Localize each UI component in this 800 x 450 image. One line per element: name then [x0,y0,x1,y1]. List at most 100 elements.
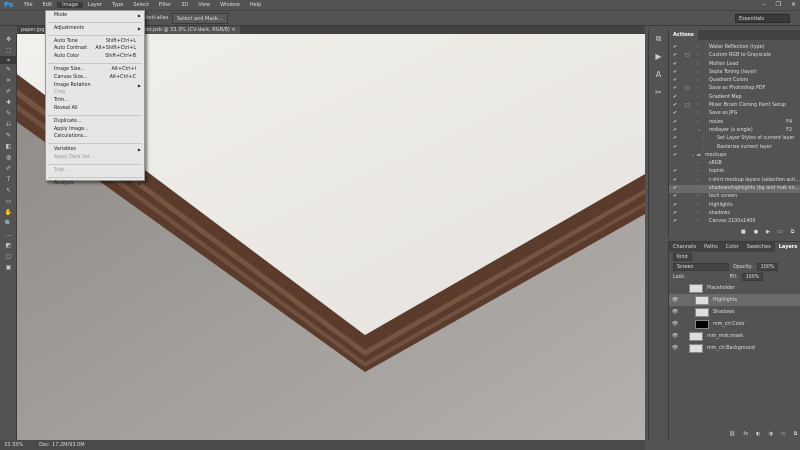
menu-item-mode[interactable]: Mode ▶ [46,12,144,20]
actions-icon[interactable]: ▶ [649,48,668,66]
mask-icon[interactable]: ◐ [756,431,760,437]
zoom-level[interactable]: 33.33% [4,442,23,448]
layer-row[interactable]: 👁 Highlights [669,294,800,306]
dialog-icon[interactable]: ▢ [685,102,690,110]
check-icon[interactable]: ✔ [673,152,677,160]
adjustment-icon[interactable]: ◑ [768,431,772,437]
chevron-right-icon[interactable]: › [697,193,699,201]
action-item[interactable]: ✔ › resize F4 [669,119,800,127]
menu-type[interactable]: Type [107,2,128,8]
chevron-right-icon[interactable]: ⌄ ▬ [691,152,701,160]
tool-icon-1[interactable]: ⬚ [0,45,17,56]
check-icon[interactable]: ✔ [673,102,677,110]
action-item[interactable]: ✔ › Rasterize current layer [669,144,800,152]
dialog-icon[interactable]: ▢ [685,85,690,93]
tool-icon-14[interactable]: ↖ [0,185,17,196]
layer-filter-select[interactable]: Kind [673,253,692,261]
tab-swatches[interactable]: Swatches [743,242,775,252]
tool-icon-15[interactable]: ▭ [0,196,17,207]
menu-view[interactable]: View [193,2,215,8]
chevron-right-icon[interactable]: › [697,119,699,127]
new-action-icon[interactable]: ⧉ [791,229,795,235]
record-icon[interactable]: ● [754,229,758,235]
menu-item-calculations-[interactable]: Calculations... [46,133,144,141]
tool-icon-6[interactable]: ✚ [0,97,17,108]
check-icon[interactable]: ✔ [673,61,677,69]
menu-item-image-size-[interactable]: Image Size... Alt+Ctrl+I [46,66,144,74]
eye-icon[interactable]: 👁 [669,321,681,327]
link-icon[interactable]: ⛓ [729,431,735,437]
menu-item-auto-tone[interactable]: Auto Tone Shift+Ctrl+L [46,38,144,46]
layer-row[interactable]: 👁 mm_clr:Color [669,318,800,330]
layer-row[interactable]: 👁 mm_clr:Background [669,342,800,354]
chevron-right-icon[interactable]: › [697,44,699,52]
action-item[interactable]: ✔ › Molten Lead [669,61,800,69]
chevron-right-icon[interactable]: › [697,77,699,85]
action-item[interactable]: ✔ › Save as JPG [669,110,800,118]
action-item[interactable]: ✔ › shadows [669,210,800,218]
chevron-right-icon[interactable]: › [697,94,699,102]
tool-icon-2[interactable]: ⌖ [0,56,17,64]
layer-row[interactable]: 👁 Shadows [669,306,800,318]
chevron-right-icon[interactable]: › [697,202,699,210]
action-item[interactable]: ✔ › Set Layer Styles of current layer [669,135,800,143]
menu-layer[interactable]: Layer [83,2,107,8]
tool-icon-13[interactable]: T [0,174,17,185]
chevron-right-icon[interactable]: › [697,160,699,168]
menu-item-auto-contrast[interactable]: Auto Contrast Alt+Shift+Ctrl+L [46,45,144,53]
check-icon[interactable]: ✔ [673,135,677,143]
menu-item-adjustments[interactable]: Adjustments ▶ [46,25,144,33]
action-item[interactable]: › sRGB [669,160,800,168]
tool-icon-5[interactable]: ✐ [0,86,17,97]
action-item[interactable]: ✔ › Canvas 2100x1400 [669,218,800,226]
tool-icon-7[interactable]: ✎ [0,108,17,119]
action-item[interactable]: ✔ › Gradient Map [669,94,800,102]
action-item[interactable]: ✔ › tech screen [669,193,800,201]
tab-channels[interactable]: Channels [669,242,700,252]
check-icon[interactable]: ✔ [673,52,677,60]
select-and-mask-button[interactable]: Select and Mask... [172,13,228,24]
chevron-right-icon[interactable]: › [703,144,705,152]
anti-alias-checkbox[interactable]: Anti-alias [145,15,168,21]
eye-icon[interactable]: 👁 [669,309,681,315]
chevron-right-icon[interactable]: › [697,110,699,118]
history-icon[interactable]: ⧉ [649,30,668,48]
check-icon[interactable]: ✔ [673,127,677,135]
menu-select[interactable]: Select [128,2,153,8]
menu-item-variables[interactable]: Variables ▶ [46,146,144,154]
tab-paper[interactable]: paper.jpg [17,26,48,34]
tool-icon-10[interactable]: ◧ [0,141,17,152]
check-icon[interactable]: ✔ [673,210,677,218]
menu-item-reveal-all[interactable]: Reveal All [46,105,144,113]
group-icon[interactable]: ▭ [781,431,786,437]
menu-item-auto-color[interactable]: Auto Color Shift+Ctrl+B [46,53,144,61]
check-icon[interactable]: ✔ [673,144,677,152]
tool-icon-20[interactable]: ▢ [0,251,17,262]
new-layer-icon[interactable]: ⧉ [794,431,798,437]
fx-icon[interactable]: fx [743,431,748,437]
tab-color[interactable]: Color [722,242,743,252]
layer-row[interactable]: 👁 mm_msk:mask [669,330,800,342]
check-icon[interactable]: ✔ [673,85,677,93]
tab-paths[interactable]: Paths [700,242,722,252]
chevron-right-icon[interactable]: › [697,102,699,110]
tool-icon-19[interactable]: ◩ [0,240,17,251]
tool-icon-0[interactable]: ✥ [0,34,17,45]
action-item[interactable]: ✔ › Water Reflection (type) [669,44,800,52]
chevron-right-icon[interactable]: › [703,135,705,143]
chevron-right-icon[interactable]: › [697,52,699,60]
new-set-icon[interactable]: ▭ [778,229,783,235]
action-item[interactable]: ✔ › Sepia Toning (layer) [669,69,800,77]
play-icon[interactable]: ▶ [766,229,770,235]
check-icon[interactable]: ✔ [673,202,677,210]
maximize-icon[interactable]: ❐ [776,1,781,8]
layer-row[interactable]: Placeholder [669,282,800,294]
check-icon[interactable]: ✔ [673,185,677,193]
check-icon[interactable]: ✔ [673,110,677,118]
tab-layers[interactable]: Layers [774,242,800,252]
tool-icon-12[interactable]: ✐ [0,163,17,174]
menu-item-image-rotation[interactable]: Image Rotation ▶ [46,82,144,90]
menu-item-apply-image-[interactable]: Apply Image... [46,126,144,134]
tool-icon-4[interactable]: ⌗ [0,75,17,86]
menu-item-analysis[interactable]: Analysis ▶ [46,180,144,188]
